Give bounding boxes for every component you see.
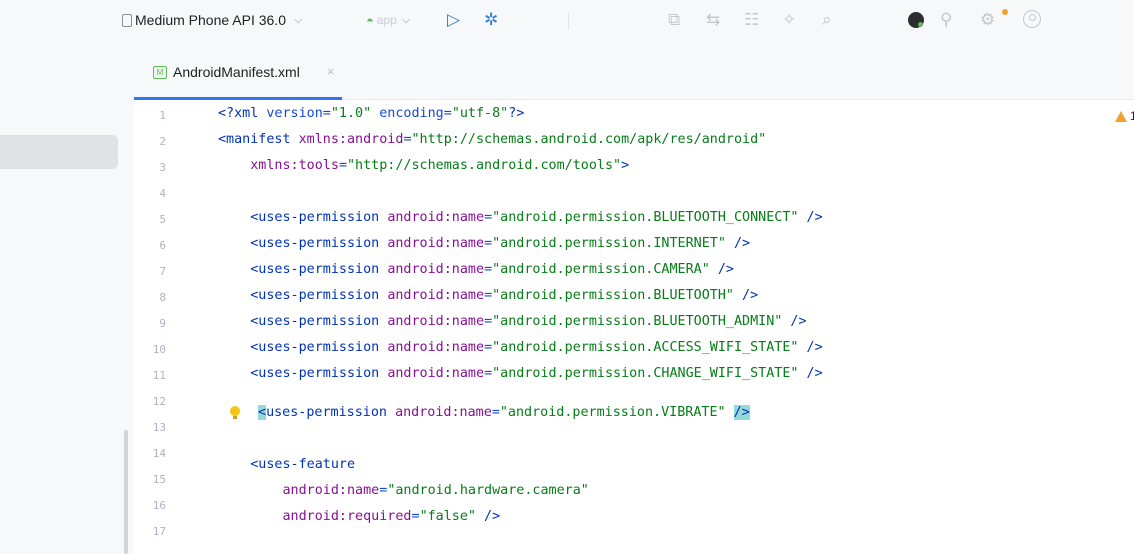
code-line: <manifest xmlns:android="http://schemas.… (218, 132, 767, 147)
line-number: 2 (159, 135, 166, 148)
main-toolbar: Medium Phone API 36.0 ⌵ ◓ app ⌵ ▷ ✲ ⧉ ⇆ … (0, 0, 1134, 42)
run-icon[interactable]: ▷ (447, 10, 460, 30)
android-app-icon: ◓ (366, 12, 374, 28)
layout-inspector-icon[interactable]: ☷ (744, 10, 759, 30)
notification-badge (1002, 9, 1008, 15)
line-number: 13 (152, 421, 166, 434)
device-selector[interactable]: Medium Phone API 36.0 ⌵ (122, 12, 302, 28)
line-number: 5 (159, 213, 166, 226)
selected-tree-item[interactable] (0, 135, 118, 169)
code-line: <uses-permission android:name="android.p… (250, 340, 823, 355)
close-icon[interactable]: × (327, 64, 335, 79)
line-number: 12 (152, 395, 166, 408)
line-number: 1 (159, 109, 166, 122)
search-icon[interactable]: ⚲ (940, 10, 952, 30)
code-line-current: <uses-permission android:name="android.p… (258, 405, 750, 420)
bug-icon[interactable]: ✧ (782, 10, 796, 30)
code-line: android:name="android.hardware.camera" (282, 483, 589, 498)
code-line: <uses-feature (250, 457, 356, 472)
record-icon[interactable] (908, 12, 924, 28)
code-line: android:required="false" /> (282, 509, 501, 524)
code-line: <uses-permission android:name="android.p… (250, 262, 734, 277)
warning-icon (1115, 110, 1127, 122)
tab-label: AndroidManifest.xml (173, 64, 300, 80)
toolbar-divider (568, 12, 569, 30)
device-name: Medium Phone API 36.0 (135, 12, 286, 28)
code-line: <uses-permission android:name="android.p… (250, 288, 759, 303)
line-number: 9 (159, 317, 166, 330)
profiler-icon[interactable]: ⧉ (668, 10, 680, 30)
line-number: 6 (159, 239, 166, 252)
code-line: <uses-permission android:name="android.p… (250, 210, 823, 225)
account-icon[interactable] (1023, 10, 1041, 28)
chevron-down-icon: ⌵ (401, 13, 411, 26)
line-number: 16 (152, 499, 166, 512)
manifest-file-icon: M (153, 66, 167, 79)
line-number: 14 (152, 447, 166, 460)
line-number: 8 (159, 291, 166, 304)
inspection-widget[interactable]: 1 (1115, 109, 1134, 123)
phone-icon (122, 13, 132, 27)
debug-icon[interactable]: ✲ (484, 10, 498, 30)
code-editor[interactable]: 1 1 2 3 4 5 6 7 8 9 10 11 12 13 14 15 16 17 <?xml versio… (134, 100, 1134, 554)
line-number: 3 (159, 161, 166, 174)
line-number: 15 (152, 473, 166, 486)
warning-count: 1 (1130, 109, 1134, 123)
line-number: 10 (152, 343, 166, 356)
project-panel (0, 42, 134, 554)
code-line: <?xml version="1.0" encoding="utf-8"?> (218, 106, 525, 121)
line-number: 7 (159, 265, 166, 278)
settings-icon[interactable]: ⚙ (980, 10, 995, 30)
line-number: 17 (152, 525, 166, 538)
panel-scrollbar[interactable] (124, 430, 128, 554)
code-line: <uses-permission android:name="android.p… (250, 314, 807, 329)
chevron-down-icon: ⌵ (294, 13, 303, 26)
code-line: <uses-permission android:name="android.p… (250, 366, 823, 381)
translate-icon[interactable]: ⇆ (706, 10, 720, 30)
tab-android-manifest[interactable]: M AndroidManifest.xml × (134, 42, 345, 100)
lightbulb-icon[interactable] (230, 406, 240, 419)
run-configuration-selector[interactable]: ◓ app ⌵ (366, 10, 410, 30)
device-mirror-icon[interactable]: ⌕ (822, 10, 832, 30)
line-number: 4 (159, 187, 166, 200)
editor-tab-bar: M AndroidManifest.xml × (134, 42, 1134, 100)
line-number: 11 (152, 369, 166, 382)
matching-tag-end: /> (733, 405, 750, 420)
code-line: xmlns:tools="http://schemas.android.com/… (250, 158, 630, 173)
run-configuration-label: app (376, 13, 397, 27)
code-line: <uses-permission android:name="android.p… (250, 236, 751, 251)
matching-tag-start: < (258, 405, 267, 420)
